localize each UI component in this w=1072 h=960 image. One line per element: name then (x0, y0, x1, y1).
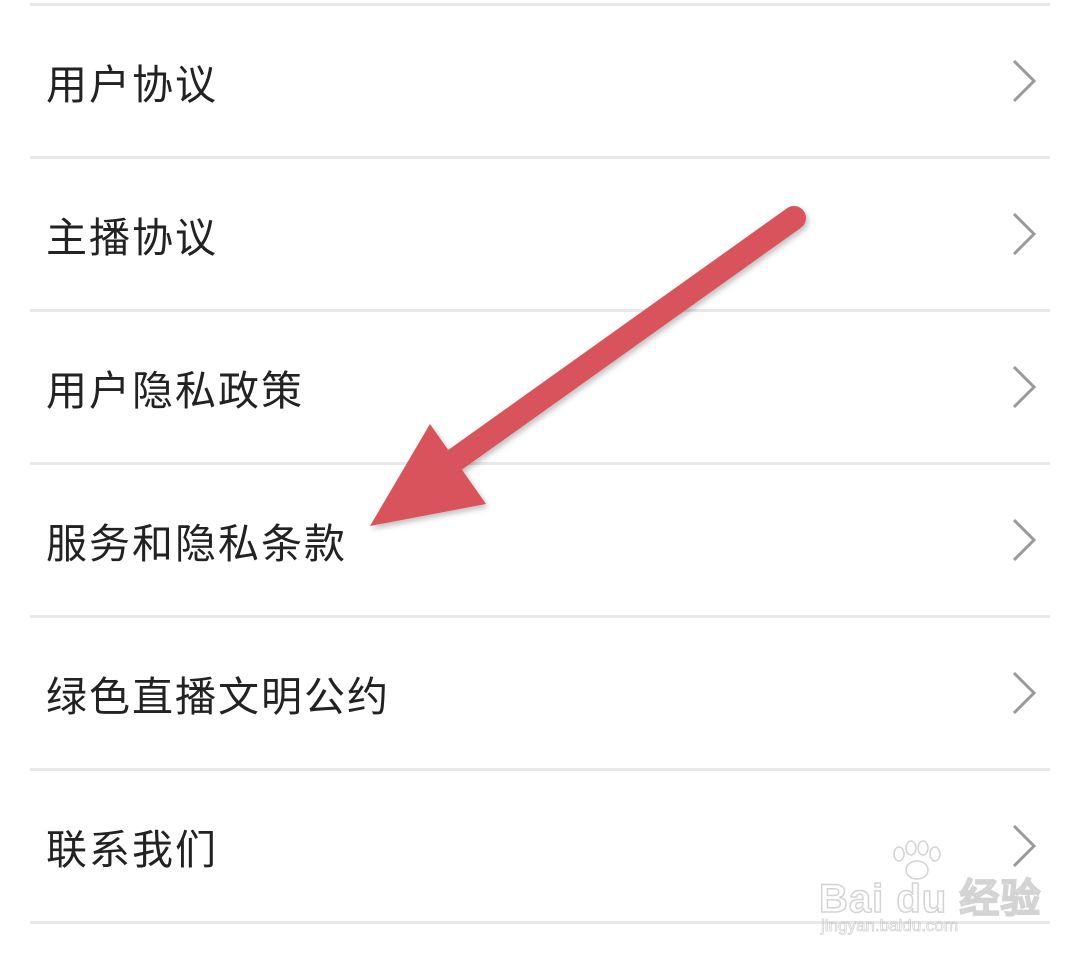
chevron-right-icon (1010, 669, 1038, 717)
menu-item-label: 用户隐私政策 (46, 367, 304, 415)
chevron-right-icon (1010, 57, 1038, 105)
menu-item-label: 用户协议 (46, 61, 218, 109)
menu-item-streamer-agreement[interactable]: 主播协议 (30, 159, 1050, 309)
baidu-jingyan-watermark: Bai du 经验 jingyan.baidu.com (815, 840, 1041, 940)
menu-item-user-agreement[interactable]: 用户协议 (30, 6, 1050, 156)
chevron-right-icon (1010, 363, 1038, 411)
menu-item-user-privacy-policy[interactable]: 用户隐私政策 (30, 312, 1050, 462)
menu-item-label: 服务和隐私条款 (46, 520, 347, 568)
menu-item-service-privacy-terms[interactable]: 服务和隐私条款 (30, 465, 1050, 615)
chevron-right-icon (1010, 210, 1038, 258)
menu-item-label: 联系我们 (46, 826, 218, 874)
chevron-right-icon (1010, 516, 1038, 564)
menu-item-label: 绿色直播文明公约 (46, 673, 390, 721)
menu-item-label: 主播协议 (46, 214, 218, 262)
watermark-url: jingyan.baidu.com (821, 916, 959, 936)
menu-item-green-live-convention[interactable]: 绿色直播文明公约 (30, 618, 1050, 768)
